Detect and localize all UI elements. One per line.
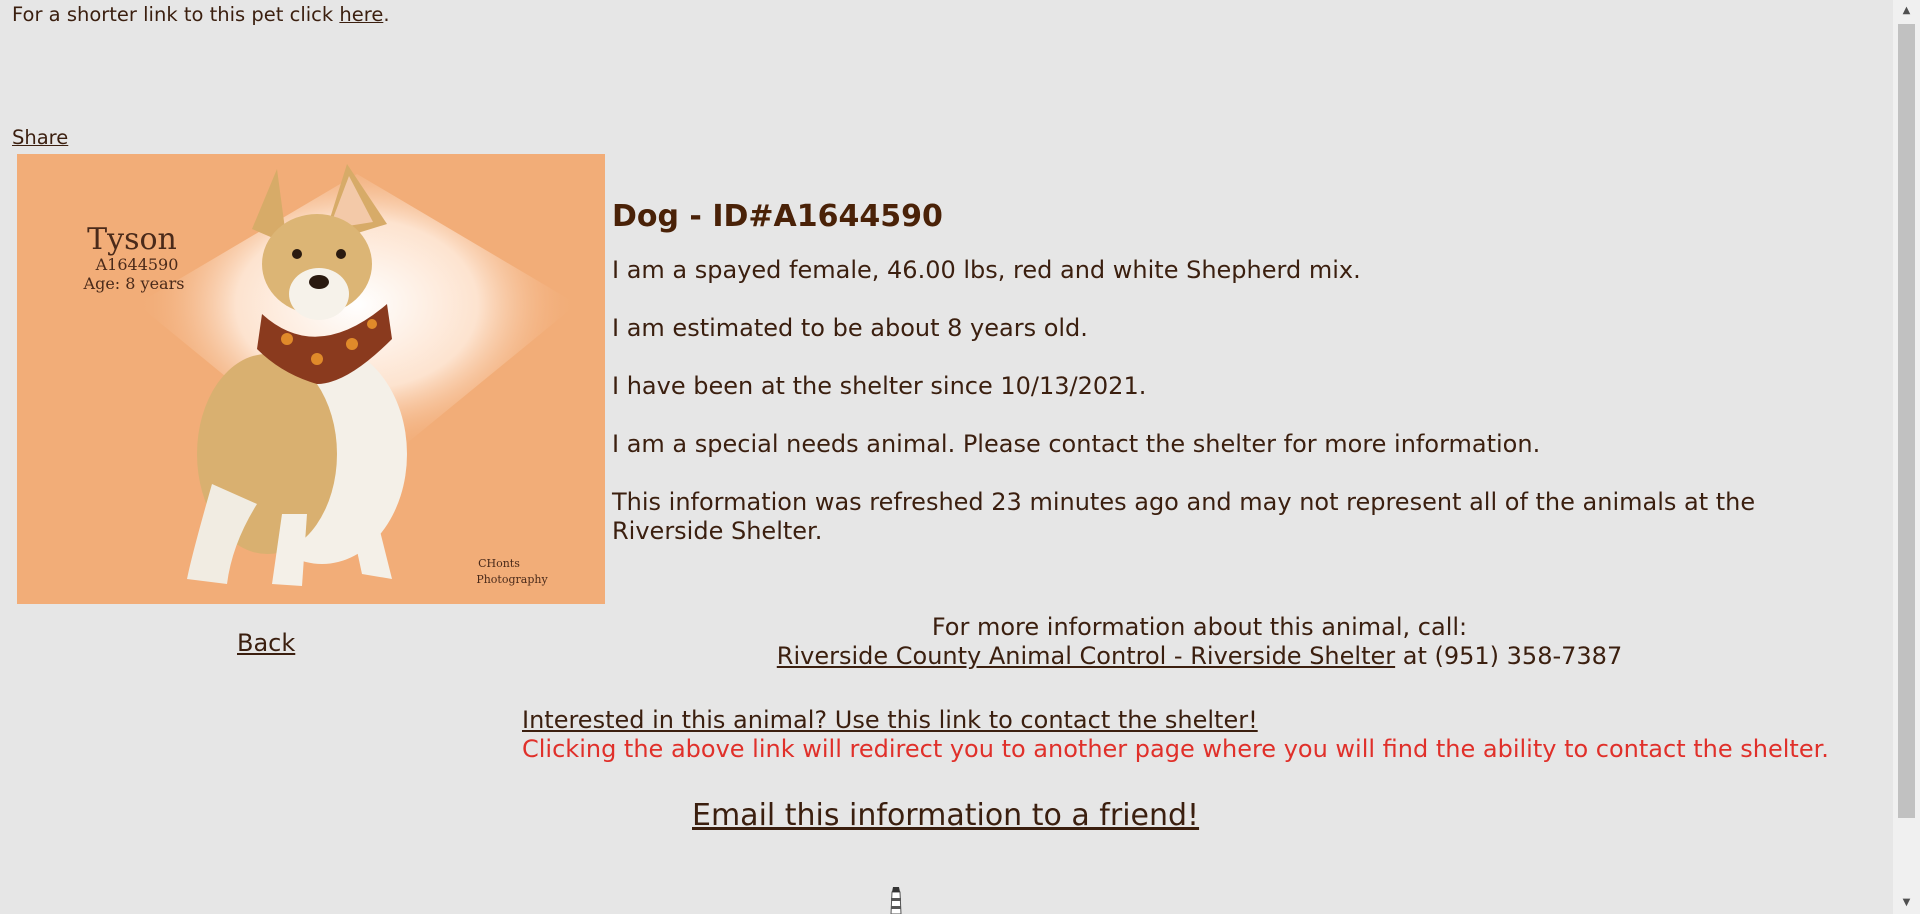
share-link[interactable]: Share <box>12 126 68 150</box>
short-link-suffix: . <box>383 3 390 26</box>
pet-heading: Dog - ID#A1644590 <box>612 199 943 234</box>
back-link[interactable]: Back <box>237 628 295 658</box>
scrollbar-thumb[interactable] <box>1898 24 1915 818</box>
scroll-up-arrow-icon[interactable]: ▲ <box>1893 0 1920 22</box>
interested-block: Interested in this animal? Use this link… <box>522 706 1829 764</box>
lighthouse-icon <box>890 887 902 914</box>
pet-info: Dog - ID#A1644590 I am a spayed female, … <box>612 196 1792 575</box>
vertical-scrollbar[interactable]: ▲ ▼ <box>1893 0 1920 914</box>
photo-credit-line1: CHonts <box>478 557 520 570</box>
refresh-notice: This information was refreshed 23 minute… <box>612 488 1756 545</box>
contact-shelter-link[interactable]: Interested in this animal? Use this link… <box>522 706 1258 734</box>
contact-line: Riverside County Animal Control - Rivers… <box>612 642 1787 671</box>
short-link-line: For a shorter link to this pet click her… <box>12 3 390 27</box>
shelter-phone: at (951) 358-7387 <box>1395 642 1623 670</box>
pet-intake-date: I have been at the shelter since 10/13/2… <box>612 372 1147 400</box>
pet-special-needs: I am a special needs animal. Please cont… <box>612 430 1541 458</box>
scroll-down-arrow-icon[interactable]: ▼ <box>1893 892 1920 914</box>
page: For a shorter link to this pet click her… <box>0 0 1893 914</box>
photo-age-text: Age: 8 years <box>83 274 185 293</box>
short-link-here-link[interactable]: here <box>339 3 383 26</box>
photo-id-text: A1644590 <box>95 255 179 274</box>
shelter-link[interactable]: Riverside County Animal Control - Rivers… <box>777 642 1395 670</box>
contact-info: For more information about this animal, … <box>612 613 1787 671</box>
pet-age: I am estimated to be about 8 years old. <box>612 314 1088 342</box>
pet-photo: Tyson A1644590 Age: 8 years CHonts Photo… <box>17 154 605 604</box>
short-link-prefix: For a shorter link to this pet click <box>12 3 340 26</box>
contact-intro: For more information about this animal, … <box>931 613 1468 641</box>
redirect-warning: Clicking the above link will redirect yo… <box>522 735 1829 763</box>
photo-credit-line2: Photography <box>476 573 548 586</box>
photo-name-text: Tyson <box>87 222 177 257</box>
email-friend-link[interactable]: Email this information to a friend! <box>692 798 1199 834</box>
pet-description: I am a spayed female, 46.00 lbs, red and… <box>612 256 1361 284</box>
